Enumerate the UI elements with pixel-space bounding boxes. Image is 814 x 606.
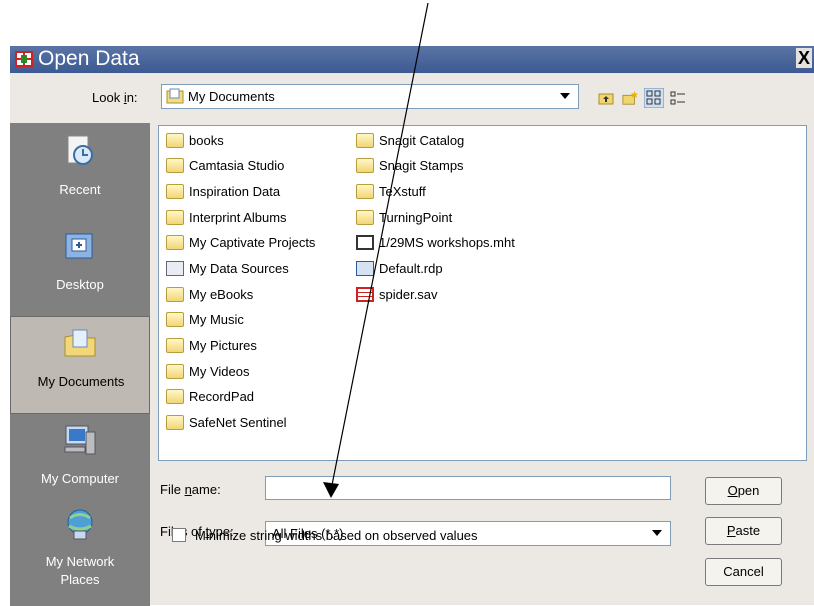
annotation-arrow — [323, 2, 429, 498]
